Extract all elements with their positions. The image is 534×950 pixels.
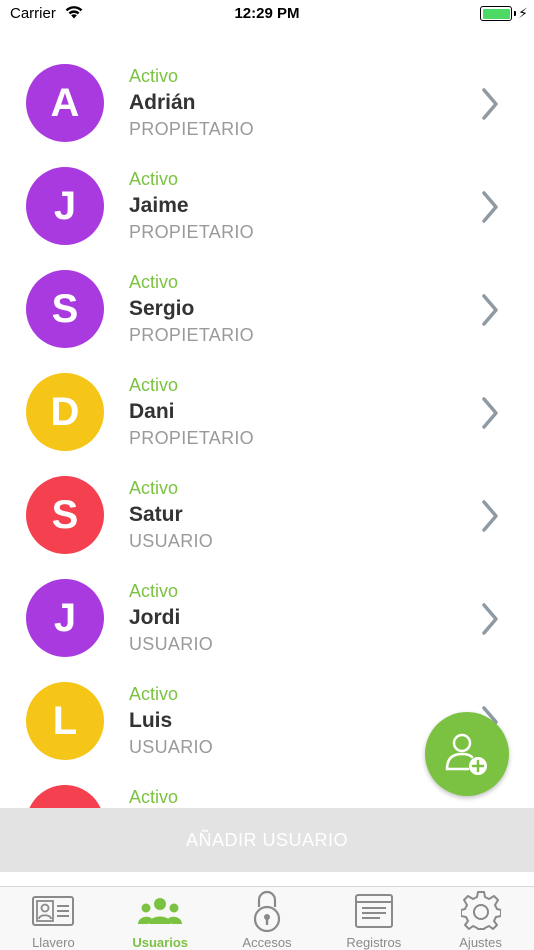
user-row[interactable]: S Activo Satur USUARIO	[0, 464, 534, 567]
avatar: A	[26, 64, 104, 142]
tab-label: Ajustes	[459, 935, 502, 950]
avatar: J	[26, 167, 104, 245]
user-row[interactable]: A Activo Adrián PROPIETARIO	[0, 52, 534, 155]
avatar: S	[26, 270, 104, 348]
user-status: Activo	[129, 787, 179, 807]
battery-tip	[514, 11, 516, 16]
user-info: Activo Luis USUARIO	[129, 682, 213, 760]
clock: 12:29 PM	[234, 5, 300, 22]
user-info: Activo Jordi USUARIO	[129, 579, 213, 657]
user-row[interactable]: J Activo Jordi USUARIO	[0, 567, 534, 670]
chevron-right-icon[interactable]	[480, 87, 500, 121]
user-status: Activo	[129, 169, 179, 189]
tab-label: Llavero	[32, 935, 75, 950]
charging-icon: ⚡	[518, 5, 528, 21]
user-info: Activo Jaime PROPIETARIO	[129, 167, 254, 245]
user-info: Activo Dani PROPIETARIO	[129, 373, 254, 451]
user-status: Activo	[129, 375, 179, 395]
user-status: Activo	[129, 478, 179, 498]
user-role: USUARIO	[129, 531, 214, 551]
user-role: PROPIETARIO	[129, 428, 254, 448]
tab-usuarios[interactable]: Usuarios	[107, 887, 214, 950]
user-name: Adrián	[129, 91, 196, 114]
avatar: S	[26, 476, 104, 554]
gear-icon	[460, 891, 501, 931]
add-user-fab[interactable]	[425, 712, 509, 796]
user-info: Activo	[129, 785, 178, 808]
avatar: D	[26, 373, 104, 451]
user-role: USUARIO	[129, 634, 214, 654]
user-name: Luis	[129, 709, 173, 732]
user-info: Activo Adrián PROPIETARIO	[129, 64, 254, 142]
users-group-icon	[136, 891, 184, 931]
status-bar: Carrier 12:29 PM ⚡	[0, 0, 534, 30]
tab-label: Registros	[346, 935, 402, 950]
add-user-button[interactable]: AÑADIR USUARIO	[0, 808, 534, 872]
user-info: Activo Sergio PROPIETARIO	[129, 270, 254, 348]
user-role: PROPIETARIO	[129, 325, 254, 345]
user-name: Jordi	[129, 606, 181, 629]
tab-label: Usuarios	[132, 935, 189, 950]
tab-label: Accesos	[242, 935, 292, 950]
user-status: Activo	[129, 66, 179, 86]
battery-icon	[480, 6, 512, 21]
chevron-right-icon[interactable]	[480, 190, 500, 224]
user-role: PROPIETARIO	[129, 119, 254, 139]
add-user-icon	[445, 733, 487, 775]
tab-llavero[interactable]: Llavero	[0, 887, 107, 950]
user-row[interactable]: S Activo Sergio PROPIETARIO	[0, 258, 534, 361]
tab-bar: Llavero Usuarios Accesos Registros Ajust…	[0, 886, 534, 950]
tab-registros[interactable]: Registros	[320, 887, 427, 950]
avatar: L	[26, 682, 104, 760]
tab-ajustes[interactable]: Ajustes	[427, 887, 534, 950]
avatar	[26, 785, 104, 808]
tab-accesos[interactable]: Accesos	[214, 887, 321, 950]
avatar: J	[26, 579, 104, 657]
register-list-icon	[354, 891, 394, 931]
user-status: Activo	[129, 581, 179, 601]
user-name: Satur	[129, 503, 183, 526]
user-status: Activo	[129, 684, 179, 704]
padlock-icon	[251, 890, 283, 933]
user-name: Sergio	[129, 297, 195, 320]
user-row[interactable]: D Activo Dani PROPIETARIO	[0, 361, 534, 464]
id-card-icon	[31, 891, 75, 931]
user-info: Activo Satur USUARIO	[129, 476, 213, 554]
user-row[interactable]: J Activo Jaime PROPIETARIO	[0, 155, 534, 258]
user-list[interactable]: A Activo Adrián PROPIETARIO J Activo Jai…	[0, 52, 534, 808]
chevron-right-icon[interactable]	[480, 396, 500, 430]
user-name: Jaime	[129, 194, 189, 217]
chevron-right-icon[interactable]	[480, 602, 500, 636]
user-status: Activo	[129, 272, 179, 292]
user-role: USUARIO	[129, 737, 214, 757]
user-name: Dani	[129, 400, 175, 423]
add-user-label: AÑADIR USUARIO	[185, 829, 349, 850]
chevron-right-icon[interactable]	[480, 293, 500, 327]
chevron-right-icon[interactable]	[480, 499, 500, 533]
user-role: PROPIETARIO	[129, 222, 254, 242]
